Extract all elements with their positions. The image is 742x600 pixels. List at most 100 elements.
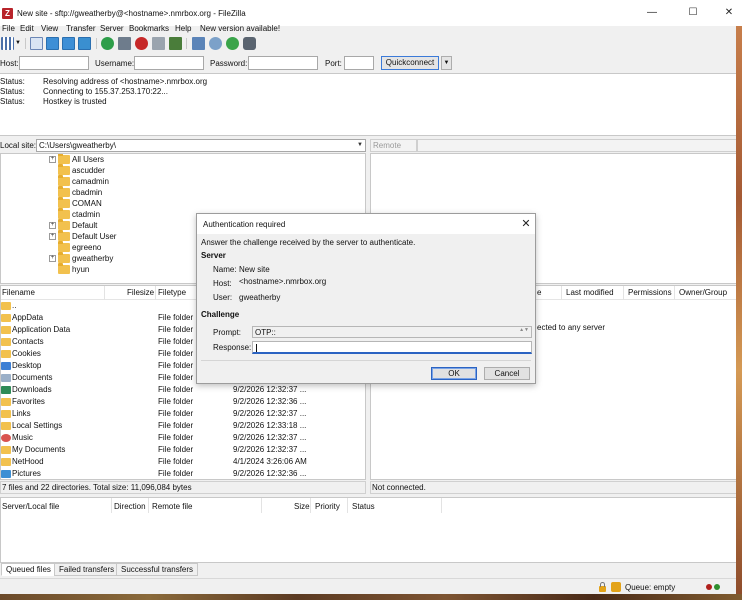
username-input[interactable] bbox=[134, 56, 204, 70]
site-manager-icon[interactable] bbox=[1, 37, 14, 50]
folder-icon bbox=[58, 154, 70, 164]
ok-button[interactable]: OK bbox=[431, 367, 477, 380]
queue-column-priority[interactable]: Priority bbox=[315, 502, 340, 511]
queue-column-direction[interactable]: Direction bbox=[114, 502, 146, 511]
user-value: gweatherby bbox=[239, 293, 281, 302]
close-window-button[interactable]: ✕ bbox=[722, 6, 736, 20]
file-row[interactable]: My Documents File folder 9/2/2026 12:32:37… bbox=[1, 444, 365, 456]
expand-icon[interactable]: + bbox=[49, 233, 56, 240]
queue-column-remote-file[interactable]: Remote file bbox=[152, 502, 192, 511]
process-queue-icon[interactable] bbox=[118, 37, 131, 50]
expand-icon[interactable]: + bbox=[49, 255, 56, 262]
column-filetype-partial[interactable]: e bbox=[537, 288, 541, 297]
menu-view[interactable]: View bbox=[41, 24, 58, 33]
maximize-button[interactable]: ☐ bbox=[686, 6, 700, 20]
scroll-arrows-icon[interactable]: ▲▼ bbox=[519, 327, 529, 333]
column-filename[interactable]: Filename bbox=[2, 288, 35, 297]
cancel-operation-icon[interactable] bbox=[135, 37, 148, 50]
dialog-close-button[interactable]: ✕ bbox=[519, 217, 533, 231]
column-divider[interactable] bbox=[261, 498, 262, 513]
expand-icon[interactable]: + bbox=[49, 222, 56, 229]
desktop-icon bbox=[1, 362, 11, 370]
column-divider[interactable] bbox=[148, 498, 149, 513]
chevron-down-icon[interactable]: ▼ bbox=[357, 140, 363, 151]
text-caret bbox=[256, 344, 257, 352]
password-input[interactable] bbox=[248, 56, 318, 70]
column-divider[interactable] bbox=[623, 286, 624, 300]
tab-queued-files[interactable]: Queued files bbox=[1, 563, 56, 576]
key-icon bbox=[611, 582, 621, 592]
file-row[interactable]: Music File folder 9/2/2026 12:32:37 ... bbox=[1, 432, 365, 444]
column-filesize[interactable]: Filesize bbox=[127, 288, 154, 297]
local-path-combobox[interactable]: C:\Users\gweatherby\ ▼ bbox=[36, 139, 366, 152]
expand-icon[interactable]: + bbox=[49, 156, 56, 163]
file-type: File folder bbox=[158, 457, 194, 466]
toggle-comparison-icon[interactable] bbox=[209, 37, 222, 50]
menu-new-version[interactable]: New version available! bbox=[200, 24, 280, 33]
log-label: Status: bbox=[0, 97, 25, 106]
message-log[interactable]: Status: Resolving address of <hostname>.… bbox=[0, 73, 742, 136]
tab-failed-transfers[interactable]: Failed transfers bbox=[54, 563, 120, 576]
toggle-queue-icon[interactable] bbox=[78, 37, 91, 50]
column-permissions[interactable]: Permissions bbox=[628, 288, 672, 297]
column-divider[interactable] bbox=[561, 286, 562, 300]
file-modified: 9/2/2026 12:32:37 ... bbox=[233, 433, 307, 442]
queue-column-size[interactable]: Size bbox=[294, 502, 310, 511]
column-divider[interactable] bbox=[310, 498, 311, 513]
username-label: Username: bbox=[95, 59, 135, 68]
refresh-icon[interactable] bbox=[101, 37, 114, 50]
toggle-remote-tree-icon[interactable] bbox=[62, 37, 75, 50]
sync-browsing-icon[interactable] bbox=[226, 37, 239, 50]
menu-file[interactable]: File bbox=[2, 24, 15, 33]
file-type: File folder bbox=[158, 421, 194, 430]
pictures-icon bbox=[1, 470, 11, 478]
file-row[interactable]: Links File folder 9/2/2026 12:32:37 ... bbox=[1, 408, 365, 420]
tab-successful-transfers[interactable]: Successful transfers bbox=[116, 563, 199, 576]
remote-path-combobox[interactable] bbox=[417, 139, 742, 152]
minimize-button[interactable]: — bbox=[645, 6, 659, 20]
menu-server[interactable]: Server bbox=[100, 24, 124, 33]
column-last-modified[interactable]: Last modified bbox=[566, 288, 614, 297]
column-filetype[interactable]: Filetype bbox=[158, 288, 186, 297]
menu-bookmarks[interactable]: Bookmarks bbox=[129, 24, 169, 33]
file-row[interactable]: Local Settings File folder 9/2/2026 12:33:… bbox=[1, 420, 365, 432]
tree-item-label: camadmin bbox=[72, 177, 109, 186]
disconnect-icon[interactable] bbox=[152, 37, 165, 50]
file-row[interactable]: NetHood File folder 4/1/2024 3:26:06 AM bbox=[1, 456, 365, 468]
quickconnect-button[interactable]: Quickconnect bbox=[381, 56, 439, 70]
column-divider[interactable] bbox=[104, 286, 105, 300]
quickconnect-history-dropdown[interactable]: ▼ bbox=[441, 56, 452, 70]
queue-column-status[interactable]: Status bbox=[352, 502, 375, 511]
cancel-button[interactable]: Cancel bbox=[484, 367, 530, 380]
folder-icon bbox=[58, 219, 70, 230]
menu-bar: File Edit View Transfer Server Bookmarks… bbox=[0, 24, 742, 35]
column-divider[interactable] bbox=[111, 498, 112, 513]
file-row[interactable]: Downloads File folder 9/2/2026 12:32:37 ..… bbox=[1, 384, 365, 396]
file-row[interactable]: Pictures File folder 9/2/2026 12:32:36 ... bbox=[1, 468, 365, 479]
site-manager-dropdown-icon[interactable]: ▼ bbox=[15, 40, 21, 46]
menu-edit[interactable]: Edit bbox=[20, 24, 34, 33]
queue-column-server-local[interactable]: Server/Local file bbox=[2, 502, 59, 511]
file-type: File folder bbox=[158, 433, 194, 442]
toggle-log-icon[interactable] bbox=[30, 37, 43, 50]
tree-item-label: ascudder bbox=[72, 166, 105, 175]
column-divider[interactable] bbox=[674, 286, 675, 300]
host-input[interactable] bbox=[19, 56, 89, 70]
column-divider[interactable] bbox=[347, 498, 348, 513]
folder-icon bbox=[58, 263, 70, 274]
folder-icon bbox=[1, 338, 11, 346]
search-binoculars-icon[interactable] bbox=[243, 37, 256, 50]
column-divider[interactable] bbox=[441, 498, 442, 513]
toggle-local-tree-icon[interactable] bbox=[46, 37, 59, 50]
directory-listing-filters-icon[interactable] bbox=[192, 37, 205, 50]
menu-transfer[interactable]: Transfer bbox=[66, 24, 96, 33]
reconnect-icon[interactable] bbox=[169, 37, 182, 50]
menu-help[interactable]: Help bbox=[175, 24, 191, 33]
transfer-queue[interactable]: Server/Local file Direction Remote file … bbox=[0, 497, 742, 563]
port-input[interactable] bbox=[344, 56, 374, 70]
response-input[interactable] bbox=[252, 341, 532, 354]
file-row[interactable]: Favorites File folder 9/2/2026 12:32:36 ..… bbox=[1, 396, 365, 408]
file-name: Downloads bbox=[12, 385, 52, 394]
column-divider[interactable] bbox=[155, 286, 156, 300]
column-owner-group[interactable]: Owner/Group bbox=[679, 288, 727, 297]
